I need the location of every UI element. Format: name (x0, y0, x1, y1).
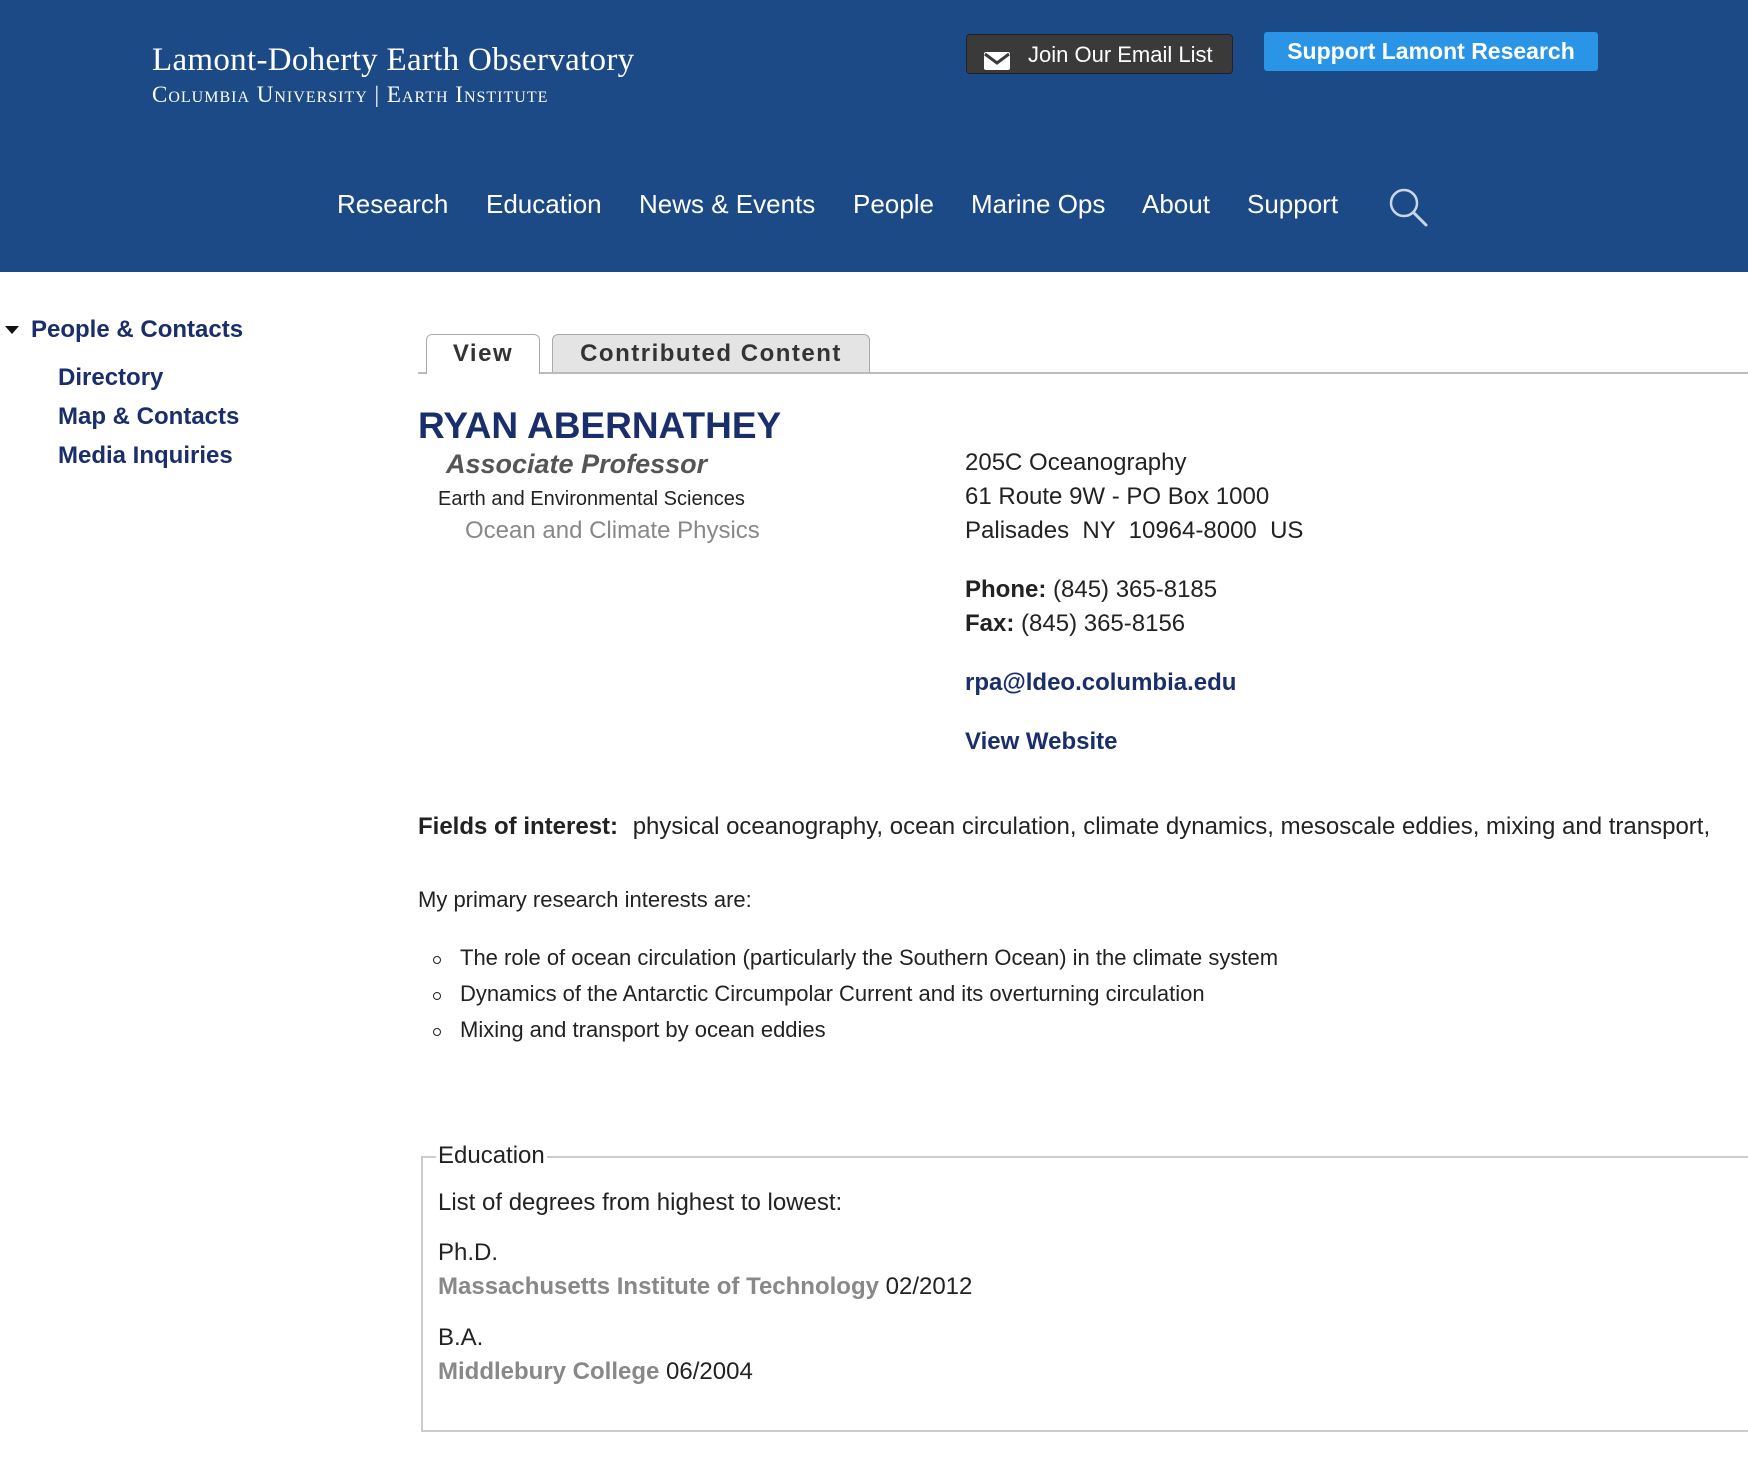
profile-name: RYAN ABERNATHEY (418, 405, 782, 446)
nav-news-events[interactable]: News & Events (639, 184, 815, 224)
logo-title: Lamont-Doherty Earth Observatory (152, 42, 635, 78)
education-legend: Education (436, 1140, 547, 1172)
nav-people[interactable]: People (853, 184, 934, 224)
fax-value: (845) 365-8156 (1021, 610, 1186, 637)
main-nav: Research Education News & Events People … (0, 184, 1748, 227)
sidebar-link-media-inquiries[interactable]: Media Inquiries (58, 436, 233, 476)
degree-date: 02/2012 (885, 1273, 973, 1300)
sidebar-link-directory[interactable]: Directory (58, 358, 163, 398)
site-header: Lamont-Doherty Earth Observatory Columbi… (0, 0, 1748, 272)
bullet-icon (433, 1028, 441, 1036)
bullet-icon (433, 956, 441, 964)
sidebar-heading-people-contacts[interactable]: People & Contacts (31, 310, 243, 350)
search-icon[interactable] (1388, 187, 1430, 234)
tab-contributed-content[interactable]: Contributed Content (552, 334, 870, 372)
logo-subtitle: Columbia University | Earth Institute (152, 82, 549, 107)
fields-of-interest-value: physical oceanography, ocean circulation… (632, 813, 1711, 840)
degree-institution[interactable]: Massachusetts Institute of Technology (438, 1273, 879, 1300)
research-bullet: Dynamics of the Antarctic Circumpolar Cu… (460, 981, 1205, 1006)
profile-title: Associate Professor (446, 449, 708, 479)
fax-label: Fax: (965, 610, 1015, 637)
bullet-icon (433, 992, 441, 1000)
address-line-3: Palisades NY 10964-8000 US (965, 517, 1304, 544)
view-website-link[interactable]: View Website (965, 725, 1118, 759)
join-email-list-button[interactable]: Join Our Email List (966, 34, 1233, 74)
nav-research[interactable]: Research (337, 184, 448, 224)
degree-name: Ph.D. (438, 1239, 499, 1266)
degree-row: Massachusetts Institute of Technology 02… (438, 1270, 972, 1304)
degree-institution[interactable]: Middlebury College (438, 1358, 659, 1385)
support-lamont-research-button[interactable]: Support Lamont Research (1264, 32, 1598, 71)
tab-view[interactable]: View (426, 334, 540, 374)
fields-of-interest: Fields of interest: physical oceanograph… (418, 810, 1710, 844)
join-email-list-label: Join Our Email List (1028, 42, 1213, 67)
email-link[interactable]: rpa@ldeo.columbia.edu (965, 666, 1236, 700)
site-logo[interactable]: Lamont-Doherty Earth Observatory Columbi… (152, 40, 634, 110)
research-intro: My primary research interests are: (418, 887, 752, 912)
envelope-icon (983, 44, 1011, 84)
expand-triangle-icon[interactable] (5, 326, 19, 334)
sidebar-link-map-contacts[interactable]: Map & Contacts (58, 397, 239, 437)
nav-support[interactable]: Support (1247, 184, 1338, 224)
research-bullet: Mixing and transport by ocean eddies (460, 1017, 826, 1042)
phone-value: (845) 365-8185 (1053, 576, 1218, 603)
address-line-1: 205C Oceanography (965, 449, 1187, 476)
fax-row: Fax: (845) 365-8156 (965, 607, 1185, 641)
education-intro: List of degrees from highest to lowest: (438, 1189, 843, 1216)
nav-education[interactable]: Education (486, 184, 602, 224)
phone-label: Phone: (965, 576, 1047, 603)
nav-about[interactable]: About (1142, 184, 1210, 224)
degree-name: B.A. (438, 1324, 484, 1351)
degree-row: Middlebury College 06/2004 (438, 1355, 753, 1389)
nav-marine-ops[interactable]: Marine Ops (971, 184, 1105, 224)
profile-department: Earth and Environmental Sciences (438, 488, 745, 510)
profile-division[interactable]: Ocean and Climate Physics (465, 514, 760, 548)
degree-date: 06/2004 (666, 1358, 753, 1385)
research-bullet: The role of ocean circulation (particula… (460, 945, 1279, 970)
fields-of-interest-label: Fields of interest: (418, 813, 619, 840)
phone-row: Phone: (845) 365-8185 (965, 573, 1217, 607)
address-line-2: 61 Route 9W - PO Box 1000 (965, 483, 1270, 510)
